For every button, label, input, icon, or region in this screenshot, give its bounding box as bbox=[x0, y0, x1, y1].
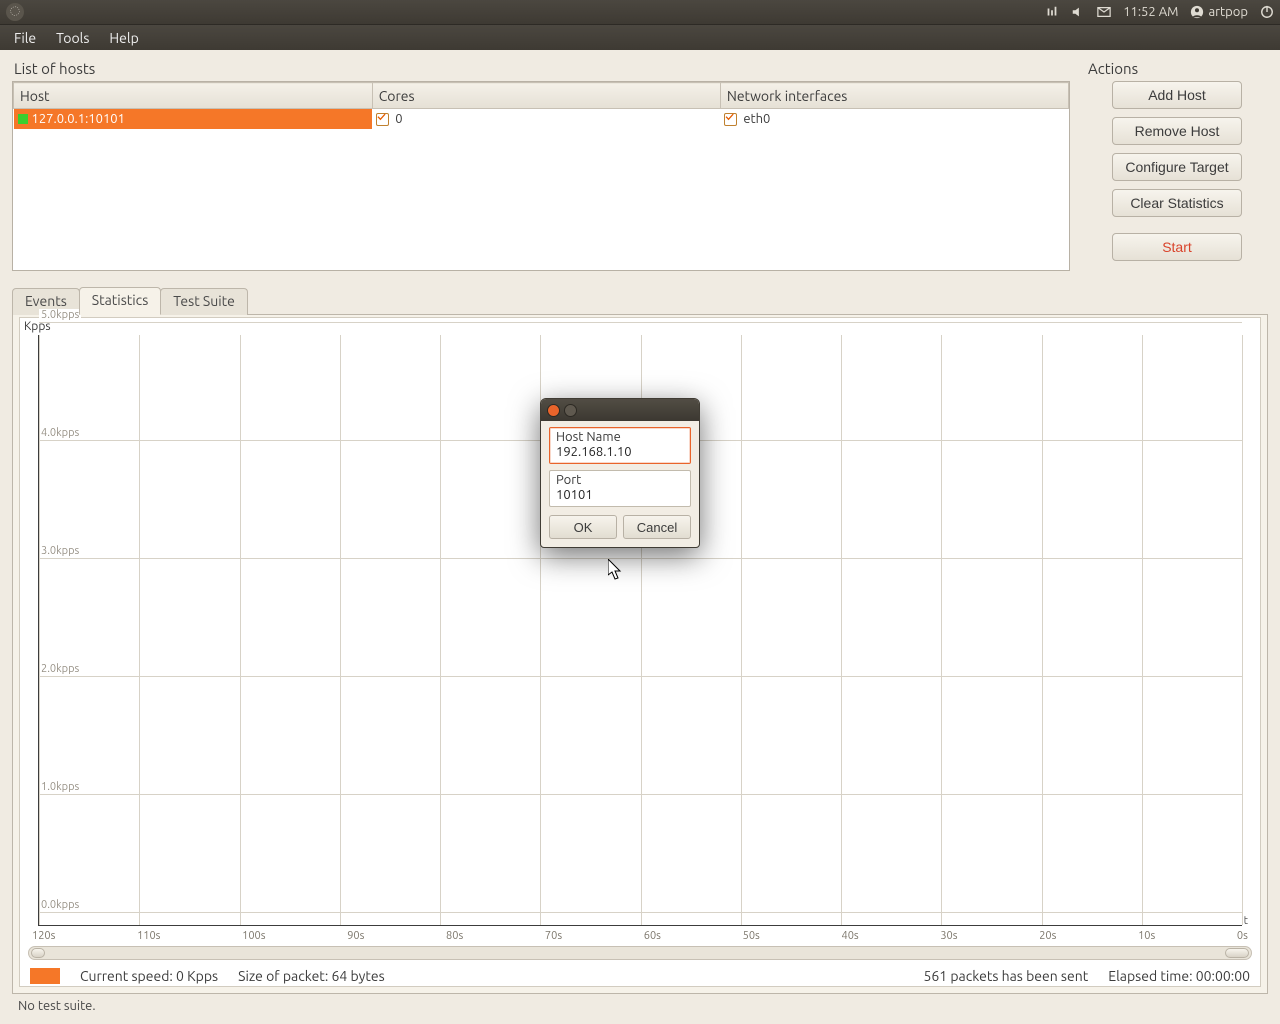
elapsed-label: Elapsed time: 00:00:00 bbox=[1108, 968, 1250, 984]
nic-value: eth0 bbox=[743, 112, 770, 126]
table-row[interactable]: 127.0.0.1:10101 0 eth0 bbox=[14, 109, 1069, 129]
packet-label: Size of packet: 64 bytes bbox=[238, 968, 385, 984]
system-top-bar: ◌ 11:52 AM artpop bbox=[0, 0, 1280, 24]
clock[interactable]: 11:52 AM bbox=[1123, 5, 1178, 19]
menu-file[interactable]: File bbox=[6, 28, 44, 48]
menu-tools[interactable]: Tools bbox=[48, 28, 97, 48]
hostname-value[interactable]: 192.168.1.10 bbox=[556, 444, 684, 459]
add-host-dialog: Host Name 192.168.1.10 Port 10101 OK Can… bbox=[540, 398, 700, 548]
actions-title: Actions bbox=[1086, 60, 1268, 77]
minimize-icon[interactable] bbox=[564, 404, 577, 417]
system-tray: 11:52 AM artpop bbox=[1045, 5, 1274, 19]
tab-statistics[interactable]: Statistics bbox=[79, 287, 161, 315]
port-label: Port bbox=[556, 473, 684, 487]
chart-x-label: t bbox=[1244, 915, 1248, 927]
power-icon[interactable] bbox=[1260, 5, 1274, 19]
tab-testsuite[interactable]: Test Suite bbox=[160, 288, 248, 315]
checkbox-icon[interactable] bbox=[724, 113, 737, 126]
col-cores[interactable]: Cores bbox=[372, 83, 720, 109]
port-value[interactable]: 10101 bbox=[556, 487, 684, 502]
chart-scrollbar[interactable] bbox=[28, 946, 1252, 960]
user-menu[interactable]: artpop bbox=[1190, 5, 1248, 19]
network-icon[interactable] bbox=[1045, 5, 1059, 19]
col-nic[interactable]: Network interfaces bbox=[720, 83, 1068, 109]
speed-label: Current speed: 0 Kpps bbox=[80, 968, 218, 984]
chart-footer: Current speed: 0 Kpps Size of packet: 64… bbox=[20, 962, 1260, 986]
legend-swatch bbox=[30, 968, 60, 984]
scroll-thumb-left[interactable] bbox=[31, 948, 45, 958]
status-dot-icon bbox=[18, 114, 28, 124]
remove-host-button[interactable]: Remove Host bbox=[1112, 117, 1242, 145]
hostname-label: Host Name bbox=[556, 430, 684, 444]
chart-x-axis: 120s110s100s90s80s70s60s50s40s30s20s10s0… bbox=[20, 930, 1260, 944]
close-icon[interactable] bbox=[547, 404, 560, 417]
start-button[interactable]: Start bbox=[1112, 233, 1242, 261]
host-value: 127.0.0.1:10101 bbox=[32, 112, 125, 126]
clear-statistics-button[interactable]: Clear Statistics bbox=[1112, 189, 1242, 217]
checkbox-icon[interactable] bbox=[376, 113, 389, 126]
volume-icon[interactable] bbox=[1071, 5, 1085, 19]
hosts-table[interactable]: Host Cores Network interfaces 127.0.0.1:… bbox=[12, 81, 1070, 271]
ubuntu-logo-icon[interactable]: ◌ bbox=[6, 3, 24, 21]
menu-bar: File Tools Help bbox=[0, 24, 1280, 50]
col-host[interactable]: Host bbox=[14, 83, 373, 109]
tab-strip: Events Statistics Test Suite bbox=[12, 287, 1268, 315]
hosts-title: List of hosts bbox=[12, 60, 1070, 77]
dialog-titlebar[interactable] bbox=[541, 399, 699, 421]
hostname-field[interactable]: Host Name 192.168.1.10 bbox=[549, 427, 691, 464]
cancel-button[interactable]: Cancel bbox=[623, 515, 691, 539]
port-field[interactable]: Port 10101 bbox=[549, 470, 691, 507]
scroll-thumb-right[interactable] bbox=[1225, 948, 1249, 958]
mail-icon[interactable] bbox=[1097, 5, 1111, 19]
add-host-button[interactable]: Add Host bbox=[1112, 81, 1242, 109]
ok-button[interactable]: OK bbox=[549, 515, 617, 539]
configure-target-button[interactable]: Configure Target bbox=[1112, 153, 1242, 181]
core-value: 0 bbox=[395, 112, 402, 126]
menu-help[interactable]: Help bbox=[101, 28, 146, 48]
status-bar: No test suite. bbox=[12, 994, 1268, 1018]
sent-label: 561 packets has been sent bbox=[923, 968, 1088, 984]
